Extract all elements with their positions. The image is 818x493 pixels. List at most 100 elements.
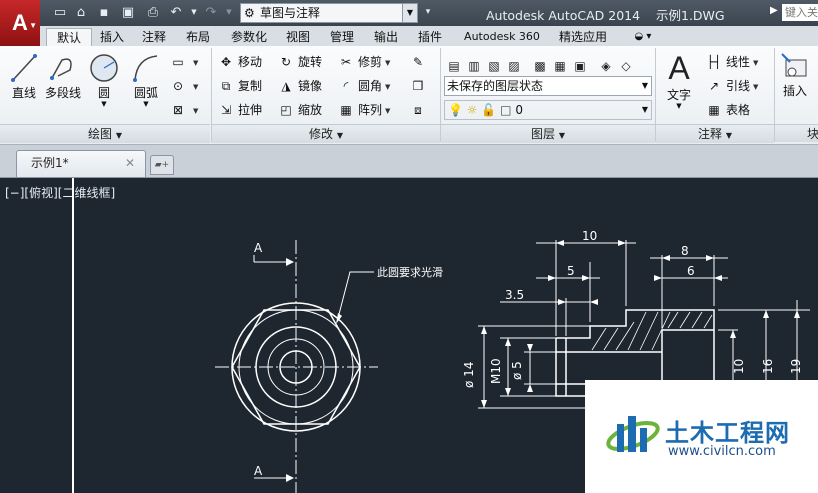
layer-tools-row: ▤ ▥ ▧ ▨ ▩ ▦ ▣ ◈ ◇ bbox=[444, 52, 636, 75]
leader-button[interactable]: ↗ 引线 ▼ bbox=[706, 76, 758, 96]
app-title: Autodesk AutoCAD 2014 bbox=[486, 8, 641, 23]
chevron-down-icon: ▼ bbox=[385, 106, 391, 115]
section-arrow-head bbox=[286, 258, 294, 266]
layer-match-icon[interactable]: ◈ bbox=[596, 57, 616, 75]
arc-button[interactable]: 圆弧 ▼ bbox=[128, 52, 164, 108]
undo-icon[interactable]: ↶ bbox=[168, 5, 184, 20]
tab-manage[interactable]: 管理 bbox=[324, 28, 360, 46]
line-button[interactable]: 直线 bbox=[6, 52, 42, 101]
scale-button[interactable]: ◰ 缩放 bbox=[278, 100, 322, 120]
new-file-icon[interactable]: ▭ bbox=[52, 5, 68, 20]
save-icon[interactable]: ▪ bbox=[96, 5, 112, 20]
layer-lock-icon[interactable]: ▣ bbox=[570, 57, 590, 75]
insert-block-button[interactable]: 插入 bbox=[778, 52, 812, 99]
tab-view[interactable]: 视图 bbox=[280, 28, 316, 46]
circle-button[interactable]: 圆 ▼ bbox=[86, 52, 122, 108]
annotation-panel-footer[interactable]: 注释 ▼ bbox=[656, 124, 774, 143]
chevron-down-icon: ▼ bbox=[402, 4, 417, 22]
linear-dimension-button[interactable]: ├┤ 线性 ▼ bbox=[706, 52, 759, 72]
save-as-icon[interactable]: ▣ bbox=[120, 5, 136, 20]
tab-layout[interactable]: 布局 bbox=[180, 28, 216, 46]
chevron-down-icon: ▼ bbox=[753, 82, 759, 91]
chevron-right-icon[interactable]: ▶ bbox=[770, 5, 778, 16]
chevron-down-icon: ▼ bbox=[193, 82, 199, 91]
table-button[interactable]: ▦ 表格 bbox=[706, 100, 750, 120]
layer-previous-icon[interactable]: ◇ bbox=[616, 57, 636, 75]
copy-button[interactable]: ⧉ 复制 bbox=[218, 76, 262, 96]
quick-access-dropdown-icon[interactable]: ▾ bbox=[420, 5, 436, 20]
mirror-button[interactable]: ◮ 镜像 bbox=[278, 76, 322, 96]
dimension-text: 19 bbox=[789, 359, 803, 374]
chevron-down-icon: ▼ bbox=[193, 106, 199, 115]
layer-isolate-icon[interactable]: ▧ bbox=[484, 57, 504, 75]
table-label: 表格 bbox=[726, 103, 751, 117]
rotate-button[interactable]: ↻ 旋转 bbox=[278, 52, 322, 72]
layer-off-icon[interactable]: ▦ bbox=[550, 57, 570, 75]
application-menu-button[interactable]: A ▼ bbox=[0, 0, 40, 46]
redo-icon[interactable]: ↷ bbox=[203, 5, 219, 20]
explode-button[interactable]: ❒ bbox=[410, 76, 430, 96]
hatch-icon: ⊠ bbox=[172, 103, 184, 117]
dimension-text: ø 14 bbox=[462, 362, 476, 388]
draw-panel-footer[interactable]: 绘图 ▼ bbox=[0, 124, 210, 143]
layers-panel-footer[interactable]: 图层 ▼ bbox=[441, 124, 655, 143]
offset-button[interactable]: ⧈ bbox=[410, 100, 430, 120]
stretch-button[interactable]: ⇲ 拉伸 bbox=[218, 100, 262, 120]
scale-icon: ◰ bbox=[280, 103, 292, 117]
layer-unisolate-icon[interactable]: ▨ bbox=[504, 57, 524, 75]
dimension-text: M10 bbox=[489, 358, 503, 384]
explode-icon: ❒ bbox=[412, 79, 424, 93]
chevron-down-icon[interactable]: ▼ bbox=[128, 101, 164, 108]
chevron-down-icon: ▼ bbox=[385, 82, 391, 91]
new-tab-icon: ▰+ bbox=[154, 160, 170, 170]
scale-label: 缩放 bbox=[298, 103, 323, 117]
workspace-selector[interactable]: ⚙ 草图与注释 ▼ bbox=[240, 3, 418, 23]
layer-states-icon[interactable]: ▥ bbox=[464, 57, 484, 75]
tab-annotate[interactable]: 注释 bbox=[136, 28, 172, 46]
rectangle-button[interactable]: ▭ ▼ bbox=[170, 52, 198, 72]
tab-featured-apps[interactable]: 精选应用 bbox=[550, 28, 616, 46]
layer-properties-icon[interactable]: ▤ bbox=[444, 57, 464, 75]
text-button[interactable]: A 文字 ▼ bbox=[662, 50, 696, 110]
layer-select[interactable]: 💡 ☼ 🔓 □ 0 ▼ bbox=[444, 100, 652, 120]
chevron-down-icon[interactable]: ▼ bbox=[86, 101, 122, 108]
leader-label: 引线 bbox=[726, 79, 751, 93]
tab-autodesk-360[interactable]: Autodesk 360 bbox=[456, 28, 548, 46]
tab-insert[interactable]: 插入 bbox=[94, 28, 130, 46]
modify-panel-footer[interactable]: 修改 ▼ bbox=[212, 124, 440, 143]
array-icon: ▦ bbox=[340, 103, 352, 117]
layer-freeze-icon[interactable]: ▩ bbox=[530, 57, 550, 75]
open-file-icon[interactable]: ⌂ bbox=[73, 5, 89, 20]
array-button[interactable]: ▦ 阵列 ▼ bbox=[338, 100, 390, 120]
tab-default[interactable]: 默认 bbox=[46, 28, 92, 47]
search-input[interactable]: 键入关 bbox=[782, 4, 818, 21]
layers-panel-title: 图层 bbox=[531, 127, 556, 141]
erase-button[interactable]: ✎ bbox=[410, 52, 430, 72]
ribbon: 直线 多段线 圆 ▼ 圆弧 ▼ ▭ ▼ ⊙ ▼ ⊠ ▼ 绘图 ▼ ✥ 移动 ↻ 旋转 ✂ 修… bbox=[0, 46, 818, 145]
new-drawing-tab-button[interactable]: ▰+ bbox=[150, 155, 174, 175]
tab-plugins[interactable]: 插件 bbox=[412, 28, 448, 46]
chevron-down-icon: ▼ bbox=[558, 131, 565, 140]
ellipse-button[interactable]: ⊙ ▼ bbox=[170, 76, 198, 96]
chevron-down-icon[interactable]: ▼ bbox=[662, 103, 696, 110]
fillet-button[interactable]: ◜ 圆角 ▼ bbox=[338, 76, 391, 96]
move-button[interactable]: ✥ 移动 bbox=[218, 52, 262, 72]
layer-state-value: 未保存的图层状态 bbox=[447, 79, 544, 93]
print-icon[interactable]: ⎙ bbox=[145, 5, 161, 20]
tab-output[interactable]: 输出 bbox=[368, 28, 404, 46]
close-icon[interactable]: ✕ bbox=[125, 151, 135, 175]
layer-state-select[interactable]: 未保存的图层状态 ▼ bbox=[444, 76, 652, 96]
array-label: 阵列 bbox=[358, 103, 383, 117]
trim-button[interactable]: ✂ 修剪 ▼ bbox=[338, 52, 390, 72]
dimension-text: ø 5 bbox=[510, 361, 524, 380]
redo-dropdown-icon[interactable]: ▼ bbox=[221, 5, 237, 20]
tab-parametric[interactable]: 参数化 bbox=[224, 28, 274, 46]
dimension-text: 16 bbox=[761, 359, 775, 374]
ribbon-minimize-icon[interactable]: ◒ ▾ bbox=[628, 28, 658, 46]
undo-dropdown-icon[interactable]: ▼ bbox=[186, 5, 202, 20]
document-tab[interactable]: 示例1* ✕ bbox=[16, 150, 146, 177]
polyline-button[interactable]: 多段线 bbox=[42, 52, 84, 101]
hatch-button[interactable]: ⊠ ▼ bbox=[170, 100, 198, 120]
file-title: 示例1.DWG bbox=[656, 8, 725, 23]
block-panel-footer[interactable]: 块 bbox=[775, 124, 818, 142]
